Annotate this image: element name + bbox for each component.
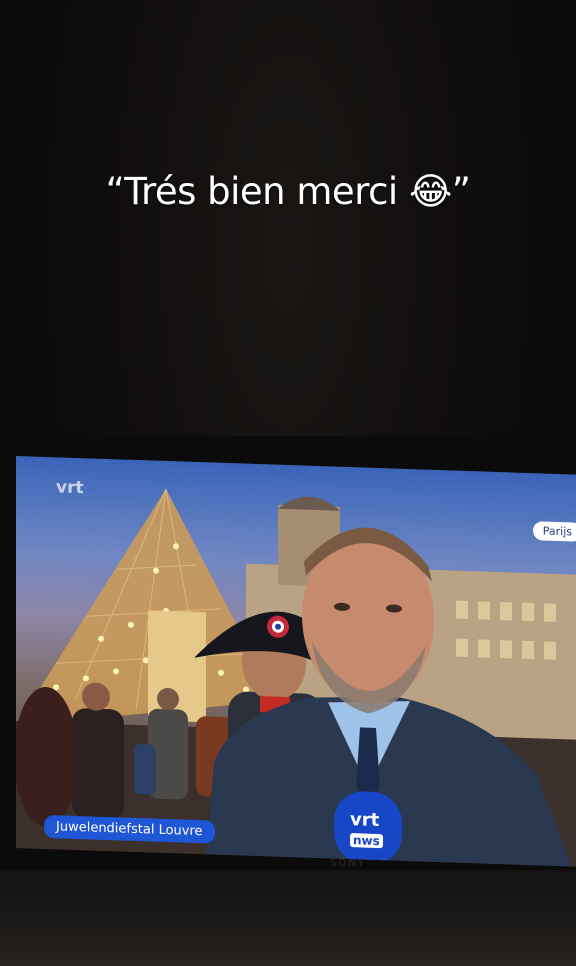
vrt-channel-logo: vrt [56,477,84,499]
palace-dome-roof [278,496,340,511]
location-tag: Parijs [532,521,576,542]
tv-screen: vrt Parijs Juwelendiefstal Louvre vrt nw… [16,456,576,867]
news-scene [16,488,576,867]
mic-logo-bottom: nws [350,833,383,849]
mic-logo-top: vrt [350,809,380,832]
tv-brand-label: SONY [330,858,366,869]
tv-stand [0,870,576,966]
caption-text: “Trés bien merci 😂” [105,170,471,213]
